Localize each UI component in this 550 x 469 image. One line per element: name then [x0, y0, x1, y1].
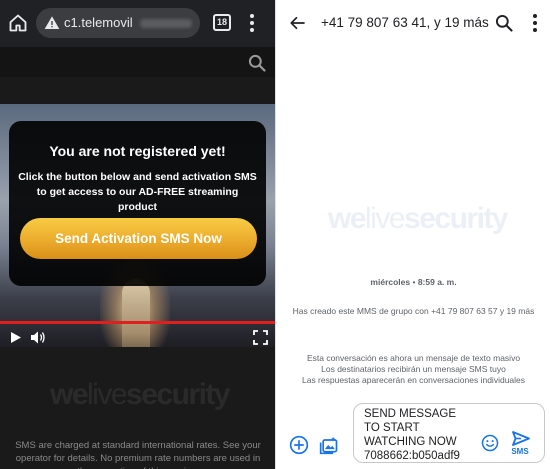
- video-progress-bar[interactable]: [0, 321, 275, 324]
- system-message-group-created: Has creado este MMS de grupo con +41 79 …: [292, 306, 535, 316]
- tab-switcher-button[interactable]: 18: [213, 14, 231, 31]
- url-redaction: [140, 19, 192, 28]
- search-icon[interactable]: [247, 53, 267, 73]
- watermark-logo: welivesecurity: [328, 202, 509, 235]
- gallery-icon[interactable]: [319, 435, 339, 455]
- emoji-icon[interactable]: [481, 434, 499, 452]
- more-vert-icon[interactable]: [530, 13, 540, 33]
- send-label: SMS: [511, 447, 529, 456]
- messages-pane: +41 79 807 63 41, y 19 más welivesecurit…: [275, 0, 550, 469]
- browser-toolbar: c1.telemovil 18: [0, 0, 275, 47]
- modal-title: You are not registered yet!: [49, 143, 226, 159]
- send-sms-button[interactable]: SMS: [507, 430, 533, 460]
- home-icon[interactable]: [8, 13, 28, 33]
- site-header: [0, 47, 275, 77]
- video-frame-figure: [122, 279, 150, 347]
- date-time: 8:59 a. m.: [417, 277, 457, 287]
- arrow-back-icon[interactable]: [289, 14, 307, 32]
- modal-body-text: Click the button below and send activati…: [18, 171, 257, 213]
- add-circle-icon[interactable]: [289, 435, 309, 455]
- date-separator: miércoles • 8:59 a. m.: [370, 277, 457, 287]
- conversation-title[interactable]: +41 79 807 63 41, y 19 más: [321, 15, 489, 30]
- registration-modal: You are not registered yet! Click the bu…: [9, 121, 266, 286]
- message-compose-field[interactable]: SEND MESSAGE TO START WATCHING NOW 70886…: [353, 403, 545, 463]
- system-message-mass-text: Esta conversación es ahora un mensaje de…: [276, 353, 550, 386]
- search-icon[interactable]: [494, 13, 514, 33]
- date-day: miércoles: [370, 277, 411, 287]
- address-bar[interactable]: c1.telemovil: [36, 8, 200, 38]
- fullscreen-icon[interactable]: [253, 330, 268, 345]
- play-icon[interactable]: [10, 331, 22, 344]
- system-message-line: Los destinatarios recibirán un mensaje S…: [321, 364, 506, 374]
- send-icon: [512, 431, 530, 446]
- url-text: c1.telemovil: [64, 15, 133, 30]
- volume-icon[interactable]: [30, 330, 46, 345]
- compose-text[interactable]: SEND MESSAGE TO START WATCHING NOW 70886…: [364, 407, 474, 463]
- send-activation-sms-button[interactable]: Send Activation SMS Now: [20, 218, 257, 259]
- browser-pane: c1.telemovil 18 You are not registered y…: [0, 0, 275, 469]
- warning-icon[interactable]: [44, 15, 60, 31]
- sms-disclaimer: SMS are charged at standard internationa…: [15, 440, 261, 469]
- watermark-logo: welivesecurity: [50, 378, 231, 411]
- system-message-line: Esta conversación es ahora un mensaje de…: [306, 353, 521, 363]
- system-message-line: Las respuestas aparecerán en conversacio…: [301, 375, 526, 385]
- more-vert-icon[interactable]: [247, 13, 257, 33]
